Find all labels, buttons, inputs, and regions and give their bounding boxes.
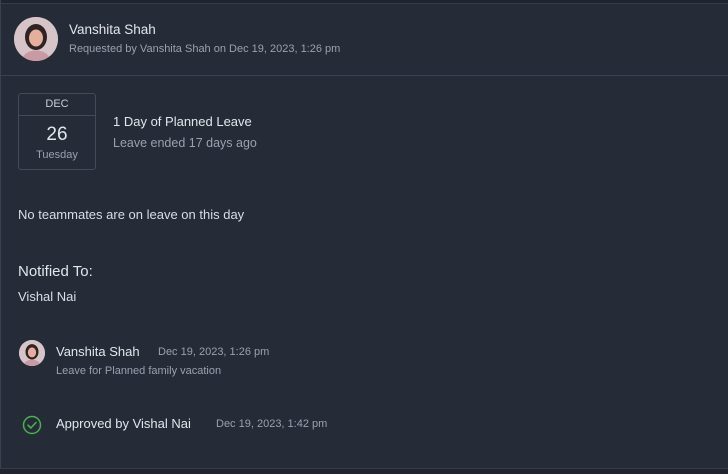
- check-circle-icon: [22, 415, 42, 435]
- employee-name[interactable]: Vanshita Shah: [69, 22, 156, 37]
- avatar[interactable]: [14, 17, 58, 61]
- requested-info: Requested by Vanshita Shah on Dec 19, 20…: [69, 43, 341, 55]
- notified-name: Vishal Nai: [18, 289, 77, 304]
- bottom-divider: [0, 468, 728, 474]
- approval-timestamp: Dec 19, 2023, 1:42 pm: [216, 418, 328, 430]
- comment-note: Leave for Planned family vacation: [56, 365, 222, 377]
- date-month: DEC: [19, 94, 95, 116]
- date-day: 26: [46, 124, 68, 145]
- notified-heading: Notified To:: [18, 263, 93, 280]
- leave-status: Leave ended 17 days ago: [113, 136, 257, 150]
- leave-title: 1 Day of Planned Leave: [113, 114, 252, 129]
- leave-request-panel: Vanshita Shah Requested by Vanshita Shah…: [0, 0, 728, 474]
- leave-date-card: DEC 26 Tuesday: [18, 93, 96, 170]
- teammates-on-leave-text: No teammates are on leave on this day: [18, 207, 245, 222]
- comment-timestamp: Dec 19, 2023, 1:26 pm: [158, 346, 270, 358]
- approval-status: Approved by Vishal Nai: [56, 416, 191, 431]
- comment-author[interactable]: Vanshita Shah: [56, 344, 140, 359]
- date-weekday: Tuesday: [36, 149, 78, 161]
- request-header: Vanshita Shah Requested by Vanshita Shah…: [1, 4, 728, 76]
- avatar[interactable]: [19, 340, 45, 366]
